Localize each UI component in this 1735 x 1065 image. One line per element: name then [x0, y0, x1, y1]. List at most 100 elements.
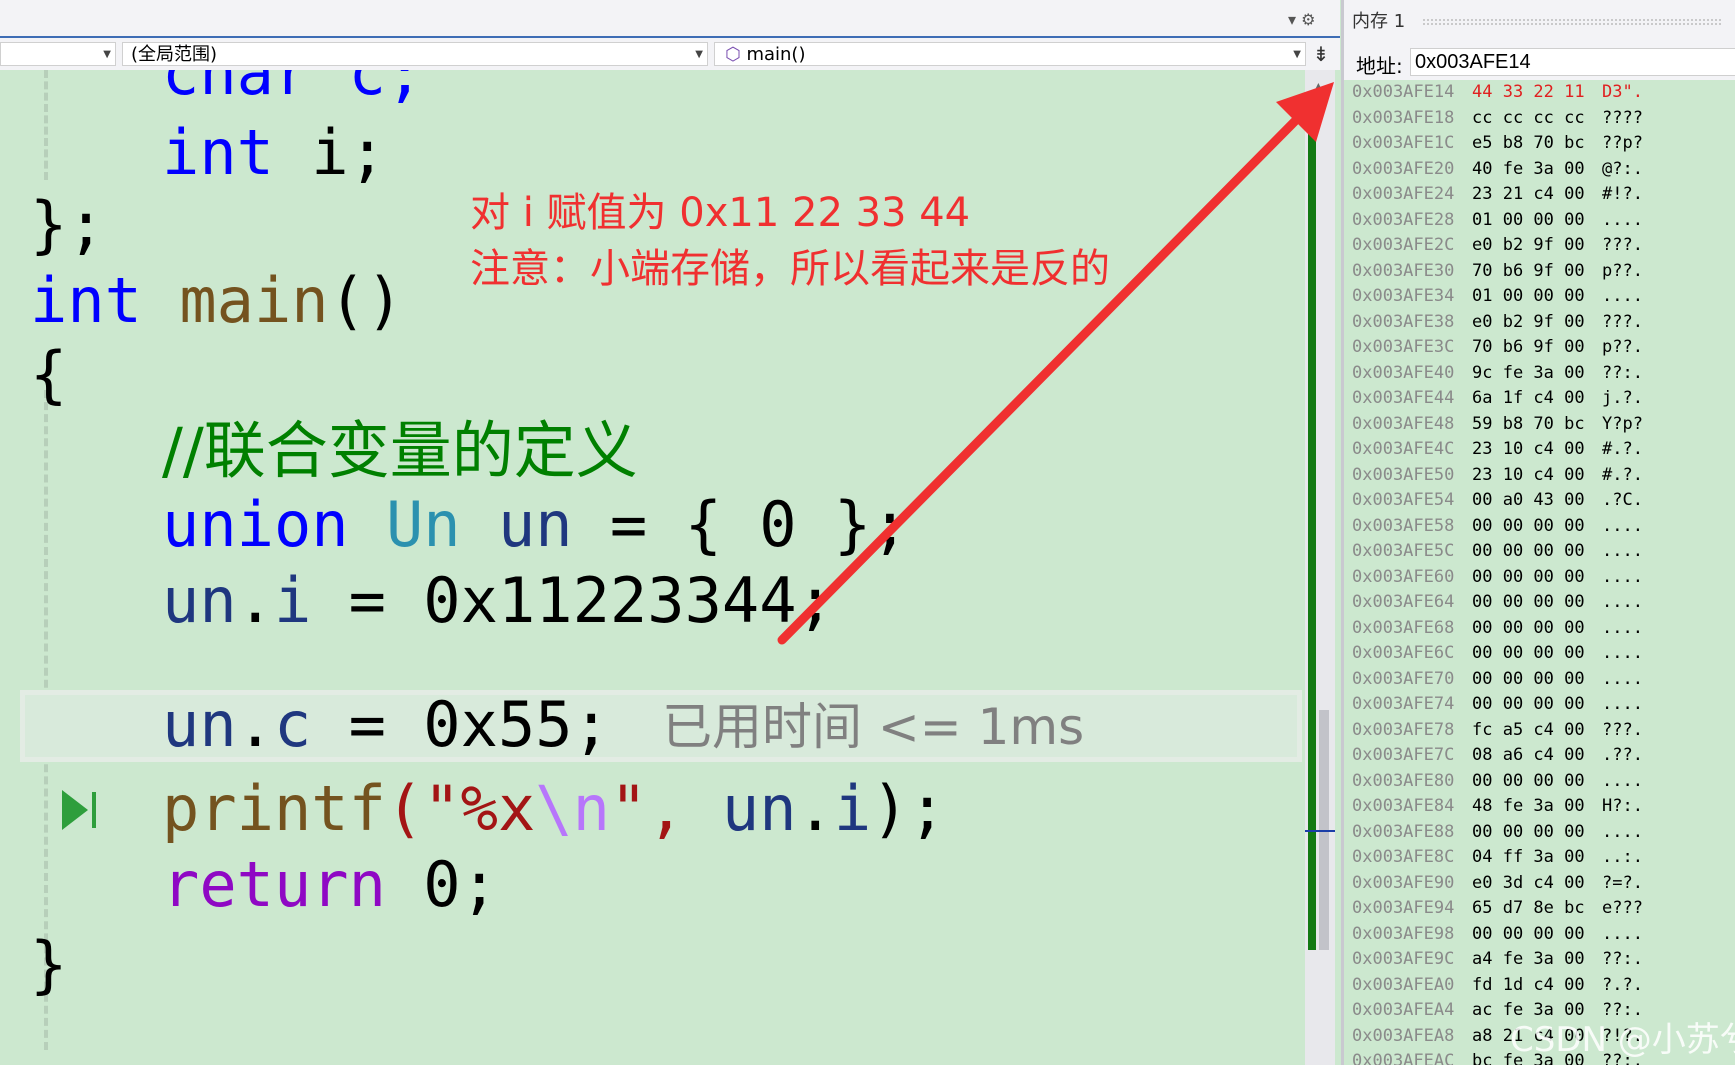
- address-input[interactable]: [1410, 48, 1735, 76]
- memory-row[interactable]: 0x003AFE20 40 fe 3a 00 @?:.: [1352, 157, 1643, 183]
- memory-bytes[interactable]: 6a 1f c4 00: [1472, 386, 1602, 412]
- memory-row[interactable]: 0x003AFE78 fc a5 c4 00???.: [1352, 718, 1643, 744]
- memory-bytes[interactable]: e0 b2 9f 00: [1472, 233, 1602, 259]
- project-dropdown[interactable]: ▼: [0, 42, 116, 66]
- memory-row[interactable]: 0x003AFE48 59 b8 70 bc Y?p?: [1352, 412, 1643, 438]
- memory-row[interactable]: 0x003AFE70 00 00 00 00....: [1352, 667, 1643, 693]
- memory-row[interactable]: 0x003AFE54 00 a0 43 00 .?C.: [1352, 488, 1643, 514]
- memory-bytes[interactable]: 00 00 00 00: [1472, 590, 1602, 616]
- memory-bytes[interactable]: e5 b8 70 bc: [1472, 131, 1602, 157]
- memory-bytes[interactable]: 04 ff 3a 00: [1472, 845, 1602, 871]
- memory-chars: ....: [1602, 643, 1643, 663]
- memory-row[interactable]: 0x003AFE74 00 00 00 00....: [1352, 692, 1643, 718]
- memory-row[interactable]: 0x003AFE68 00 00 00 00....: [1352, 616, 1643, 642]
- memory-chars: ..:.: [1602, 847, 1643, 867]
- memory-bytes[interactable]: 00 00 00 00: [1472, 539, 1602, 565]
- dropdown-arrow-icon[interactable]: ▾: [1288, 10, 1296, 29]
- elapsed-time-hint: 已用时间 <= 1ms: [662, 698, 1085, 756]
- scope-label: (全局范围): [131, 44, 218, 65]
- memory-row[interactable]: 0x003AFE80 00 00 00 00....: [1352, 769, 1643, 795]
- memory-row[interactable]: 0x003AFE90 e0 3d c4 00 ?=?.: [1352, 871, 1643, 897]
- memory-row[interactable]: 0x003AFE30 70 b6 9f 00 p??.: [1352, 259, 1643, 285]
- memory-row[interactable]: 0x003AFE24 23 21 c4 00 #!?.: [1352, 182, 1643, 208]
- scroll-up-icon[interactable]: ▲: [1313, 80, 1324, 96]
- memory-bytes[interactable]: 00 00 00 00: [1472, 820, 1602, 846]
- memory-row[interactable]: 0x003AFE3C 70 b6 9f 00 p??.: [1352, 335, 1643, 361]
- memory-bytes[interactable]: cc cc cc cc: [1472, 106, 1602, 132]
- memory-row[interactable]: 0x003AFE18 cc cc cc cc????: [1352, 106, 1643, 132]
- memory-address: 0x003AFE58: [1352, 515, 1455, 536]
- vertical-scrollbar[interactable]: ▲: [1305, 70, 1335, 1065]
- memory-row[interactable]: 0x003AFE44 6a 1f c4 00 j.?.: [1352, 386, 1643, 412]
- memory-row[interactable]: 0x003AFE40 9c fe 3a 00??:.: [1352, 361, 1643, 387]
- code-line-return: return 0;: [162, 848, 498, 921]
- function-dropdown[interactable]: ⬡ main() ▼: [714, 42, 1306, 66]
- memory-row[interactable]: 0x003AFE50 23 10 c4 00 #.?.: [1352, 463, 1643, 489]
- memory-row[interactable]: 0x003AFE28 01 00 00 00....: [1352, 208, 1643, 234]
- memory-window-title-bar[interactable]: 内存 1: [1344, 0, 1735, 44]
- memory-bytes[interactable]: 23 10 c4 00: [1472, 463, 1602, 489]
- memory-row[interactable]: 0x003AFE8C 04 ff 3a 00..:.: [1352, 845, 1643, 871]
- memory-address: 0x003AFE24: [1352, 184, 1455, 204]
- memory-bytes[interactable]: a4 fe 3a 00: [1472, 947, 1602, 973]
- memory-bytes[interactable]: 23 21 c4 00: [1472, 182, 1602, 208]
- memory-bytes[interactable]: 59 b8 70 bc: [1472, 412, 1602, 438]
- memory-row[interactable]: 0x003AFE5C 00 00 00 00....: [1352, 539, 1643, 565]
- memory-bytes[interactable]: 00 00 00 00: [1472, 922, 1602, 948]
- memory-row[interactable]: 0x003AFE88 00 00 00 00....: [1352, 820, 1643, 846]
- memory-row[interactable]: 0x003AFE84 48 fe 3a 00 H?:.: [1352, 794, 1643, 820]
- memory-chars: ???.: [1602, 719, 1643, 740]
- memory-bytes[interactable]: 40 fe 3a 00: [1472, 157, 1602, 183]
- scope-dropdown[interactable]: (全局范围) ▼: [122, 42, 708, 66]
- memory-bytes[interactable]: 65 d7 8e bc: [1472, 896, 1602, 922]
- memory-chars: ....: [1602, 617, 1643, 638]
- memory-bytes[interactable]: 00 00 00 00: [1472, 641, 1602, 667]
- memory-bytes[interactable]: 01 00 00 00: [1472, 284, 1602, 310]
- memory-bytes[interactable]: fd 1d c4 00: [1472, 973, 1602, 999]
- memory-row[interactable]: 0x003AFE9C a4 fe 3a 00??:.: [1352, 947, 1643, 973]
- memory-rows[interactable]: 0x003AFE14 44 33 22 11 D3". 0x003AFE18 cc cc…: [1352, 80, 1643, 1065]
- memory-chars: ??:.: [1602, 362, 1643, 383]
- memory-bytes[interactable]: 00 00 00 00: [1472, 616, 1602, 642]
- memory-bytes[interactable]: 00 a0 43 00: [1472, 488, 1602, 514]
- memory-bytes[interactable]: 23 10 c4 00: [1472, 437, 1602, 463]
- memory-row[interactable]: 0x003AFE60 00 00 00 00....: [1352, 565, 1643, 591]
- memory-row[interactable]: 0x003AFE64 00 00 00 00....: [1352, 590, 1643, 616]
- drag-grip[interactable]: [1422, 18, 1722, 26]
- memory-bytes[interactable]: 01 00 00 00: [1472, 208, 1602, 234]
- memory-row[interactable]: 0x003AFE1C e5 b8 70 bc ??p?: [1352, 131, 1643, 157]
- memory-bytes[interactable]: 9c fe 3a 00: [1472, 361, 1602, 387]
- memory-row[interactable]: 0x003AFE4C 23 10 c4 00 #.?.: [1352, 437, 1643, 463]
- memory-bytes[interactable]: 48 fe 3a 00: [1472, 794, 1602, 820]
- memory-bytes[interactable]: 08 a6 c4 00: [1472, 743, 1602, 769]
- function-label: main(): [746, 44, 806, 65]
- memory-bytes[interactable]: 00 00 00 00: [1472, 667, 1602, 693]
- split-view-button[interactable]: ⇟: [1308, 42, 1334, 66]
- memory-row[interactable]: 0x003AFE7C 08 a6 c4 00.??.: [1352, 743, 1643, 769]
- memory-bytes[interactable]: 70 b6 9f 00: [1472, 335, 1602, 361]
- memory-row[interactable]: 0x003AFEA0 fd 1d c4 00?.?.: [1352, 973, 1643, 999]
- memory-row[interactable]: 0x003AFE34 01 00 00 00....: [1352, 284, 1643, 310]
- memory-bytes[interactable]: e0 b2 9f 00: [1472, 310, 1602, 336]
- memory-row[interactable]: 0x003AFE94 65 d7 8e bc e???: [1352, 896, 1643, 922]
- memory-bytes[interactable]: fc a5 c4 00: [1472, 718, 1602, 744]
- code-line-union: union Un un = { 0 };: [162, 488, 909, 561]
- memory-bytes[interactable]: 00 00 00 00: [1472, 769, 1602, 795]
- memory-row[interactable]: 0x003AFE58 00 00 00 00....: [1352, 514, 1643, 540]
- memory-address: 0x003AFE44: [1352, 388, 1455, 408]
- memory-row[interactable]: 0x003AFE38 e0 b2 9f 00???.: [1352, 310, 1643, 336]
- memory-chars: D3".: [1602, 82, 1643, 102]
- memory-row[interactable]: 0x003AFE14 44 33 22 11 D3".: [1352, 80, 1643, 106]
- code-line-printf: printf("%x\n", un.i);: [162, 772, 946, 845]
- memory-bytes[interactable]: 00 00 00 00: [1472, 514, 1602, 540]
- memory-bytes[interactable]: e0 3d c4 00: [1472, 871, 1602, 897]
- execution-pointer-icon[interactable]: [62, 790, 96, 830]
- memory-row[interactable]: 0x003AFE2C e0 b2 9f 00???.: [1352, 233, 1643, 259]
- memory-bytes[interactable]: 00 00 00 00: [1472, 692, 1602, 718]
- gear-icon[interactable]: ⚙: [1301, 10, 1315, 29]
- memory-bytes[interactable]: 00 00 00 00: [1472, 565, 1602, 591]
- memory-bytes[interactable]: 44 33 22 11: [1472, 80, 1602, 106]
- memory-bytes[interactable]: 70 b6 9f 00: [1472, 259, 1602, 285]
- memory-row[interactable]: 0x003AFE6C 00 00 00 00....: [1352, 641, 1643, 667]
- memory-row[interactable]: 0x003AFE98 00 00 00 00....: [1352, 922, 1643, 948]
